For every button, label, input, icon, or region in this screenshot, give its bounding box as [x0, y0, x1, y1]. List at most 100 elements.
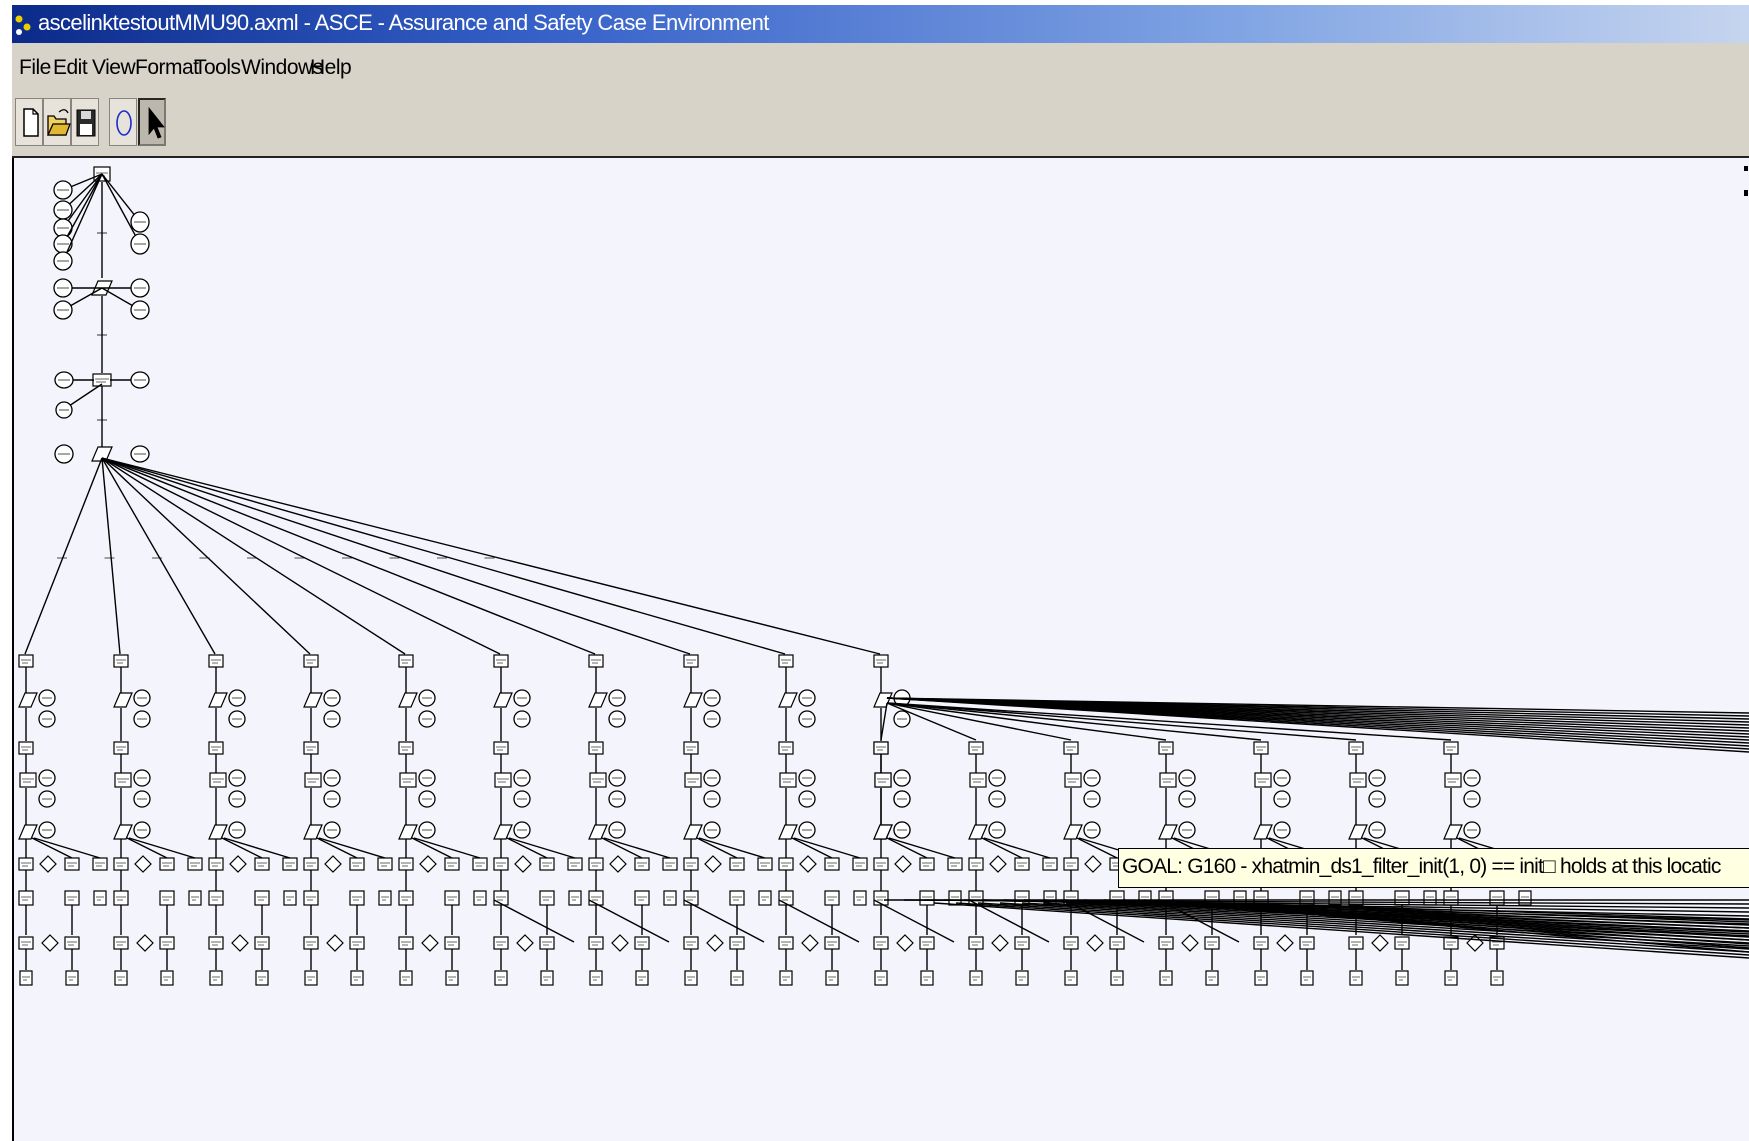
goal-node[interactable]	[18, 936, 34, 950]
goal-node[interactable]	[874, 970, 888, 986]
goal-node[interactable]	[969, 970, 983, 986]
goal-node[interactable]	[1064, 772, 1082, 788]
goal-node[interactable]	[208, 890, 224, 906]
undeveloped-node[interactable]	[991, 934, 1009, 952]
menu-edit[interactable]: Edit	[53, 56, 88, 80]
goal-node[interactable]	[19, 772, 37, 788]
strategy-node[interactable]	[1158, 824, 1178, 840]
goal-node[interactable]	[1444, 970, 1458, 986]
goal-node[interactable]	[113, 857, 129, 871]
goal-node[interactable]	[208, 857, 224, 871]
menu-file[interactable]: File	[19, 56, 51, 80]
goal-node[interactable]	[472, 857, 488, 871]
goal-node[interactable]	[208, 741, 224, 755]
strategy-node[interactable]	[208, 824, 228, 840]
goal-node[interactable]	[255, 970, 269, 986]
undeveloped-node[interactable]	[1084, 855, 1102, 873]
goal-node[interactable]	[1444, 772, 1462, 788]
goal-node[interactable]	[683, 936, 699, 950]
goal-node[interactable]	[947, 857, 963, 871]
goal-node[interactable]	[399, 772, 417, 788]
goal-node[interactable]	[113, 936, 129, 950]
goal-node[interactable]	[635, 970, 649, 986]
goal-node[interactable]	[729, 857, 745, 871]
goal-node[interactable]	[778, 936, 794, 950]
goal-node[interactable]	[113, 654, 129, 668]
strategy-node[interactable]	[683, 692, 703, 708]
goal-node[interactable]	[283, 890, 297, 906]
goal-node[interactable]	[1063, 857, 1079, 871]
goal-node[interactable]	[778, 654, 794, 668]
goal-node[interactable]	[1015, 970, 1029, 986]
strategy-node[interactable]	[588, 692, 608, 708]
goal-node[interactable]	[683, 741, 699, 755]
goal-node[interactable]	[18, 890, 34, 906]
goal-node[interactable]	[683, 857, 699, 871]
goal-node[interactable]	[920, 970, 934, 986]
goal-node[interactable]	[634, 936, 650, 950]
goal-node[interactable]	[304, 970, 318, 986]
goal-node[interactable]	[1299, 890, 1315, 906]
goal-node[interactable]	[1204, 936, 1220, 950]
goal-node[interactable]	[873, 936, 889, 950]
goal-node[interactable]	[588, 857, 604, 871]
goal-node[interactable]	[778, 857, 794, 871]
menu-view[interactable]: View	[92, 56, 136, 80]
goal-node[interactable]	[493, 741, 509, 755]
strategy-node[interactable]	[398, 692, 418, 708]
goal-node[interactable]	[209, 970, 223, 986]
goal-node[interactable]	[444, 936, 460, 950]
strategy-node[interactable]	[1253, 824, 1273, 840]
goal-node[interactable]	[1158, 936, 1174, 950]
goal-node[interactable]	[1300, 970, 1314, 986]
goal-node[interactable]	[398, 654, 414, 668]
goal-node[interactable]	[494, 772, 512, 788]
goal-node[interactable]	[254, 857, 270, 871]
goal-node[interactable]	[399, 970, 413, 986]
goal-node[interactable]	[825, 970, 839, 986]
goal-node[interactable]	[729, 890, 745, 906]
strategy-node[interactable]	[588, 824, 608, 840]
goal-node[interactable]	[1109, 936, 1125, 950]
goal-node[interactable]	[539, 857, 555, 871]
undeveloped-node[interactable]	[894, 855, 912, 873]
goal-node[interactable]	[1159, 772, 1177, 788]
goal-node[interactable]	[304, 772, 322, 788]
strategy-node[interactable]	[778, 692, 798, 708]
strategy-node[interactable]	[113, 692, 133, 708]
goal-node[interactable]	[1443, 741, 1459, 755]
diagram-canvas[interactable]: GOAL: G160 - xhatmin_ds1_filter_init(1, …	[12, 158, 1749, 1141]
goal-node[interactable]	[65, 970, 79, 986]
goal-node[interactable]	[634, 857, 650, 871]
ellipse-tool-button[interactable]	[109, 98, 137, 146]
strategy-node[interactable]	[683, 824, 703, 840]
strategy-node[interactable]	[493, 824, 513, 840]
goal-node[interactable]	[588, 741, 604, 755]
goal-node[interactable]	[350, 970, 364, 986]
goal-node[interactable]	[757, 857, 773, 871]
open-button[interactable]	[43, 98, 71, 146]
goal-node[interactable]	[114, 772, 132, 788]
goal-node[interactable]	[159, 890, 175, 906]
undeveloped-node[interactable]	[231, 934, 249, 952]
goal-node[interactable]	[349, 857, 365, 871]
goal-node[interactable]	[160, 970, 174, 986]
menu-help[interactable]: Help	[310, 56, 352, 80]
undeveloped-node[interactable]	[704, 855, 722, 873]
goal-node[interactable]	[473, 890, 487, 906]
undeveloped-node[interactable]	[1276, 934, 1294, 952]
goal-node[interactable]	[1394, 936, 1410, 950]
goal-node[interactable]	[1110, 970, 1124, 986]
goal-node[interactable]	[208, 654, 224, 668]
undeveloped-node[interactable]	[421, 934, 439, 952]
goal-node[interactable]	[493, 857, 509, 871]
goal-node[interactable]	[349, 936, 365, 950]
goal-node[interactable]	[1349, 772, 1367, 788]
strategy-node[interactable]	[113, 824, 133, 840]
goal-node[interactable]	[539, 890, 555, 906]
goal-node[interactable]	[114, 970, 128, 986]
scrollbar-marker[interactable]	[1743, 160, 1749, 200]
goal-node[interactable]	[588, 936, 604, 950]
goal-node[interactable]	[398, 857, 414, 871]
goal-node[interactable]	[1328, 890, 1342, 906]
